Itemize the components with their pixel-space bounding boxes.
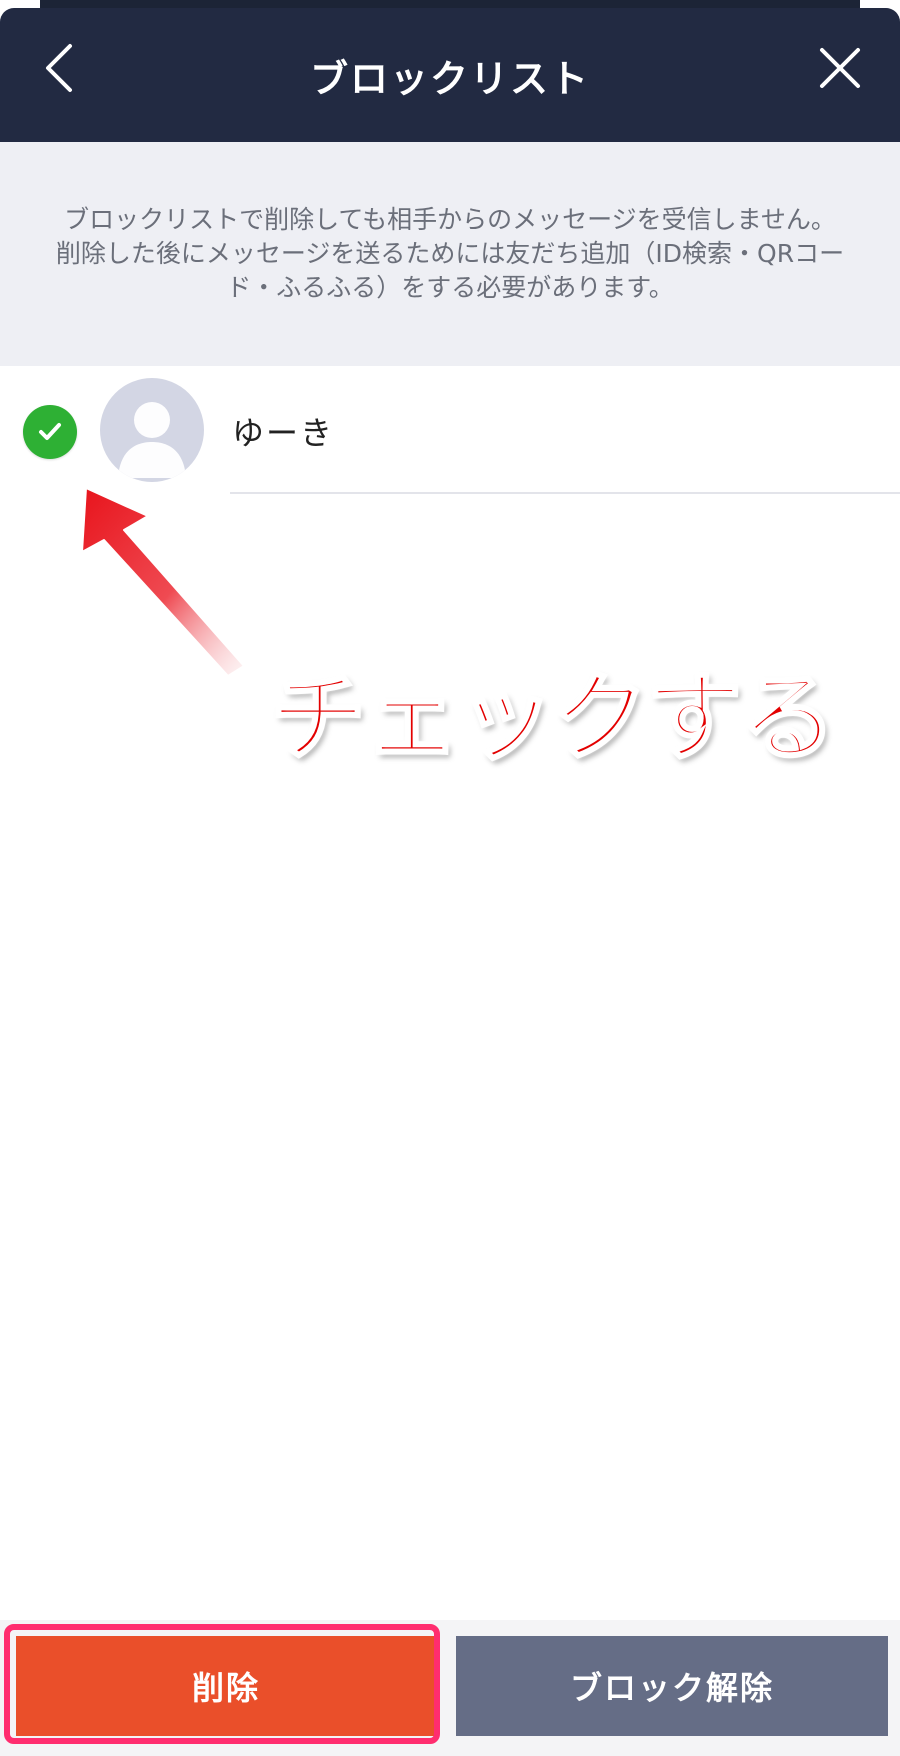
annotation-label: チェックする: [269, 661, 838, 776]
delete-button[interactable]: 削除: [16, 1636, 436, 1736]
unblock-button[interactable]: ブロック解除: [456, 1636, 888, 1736]
